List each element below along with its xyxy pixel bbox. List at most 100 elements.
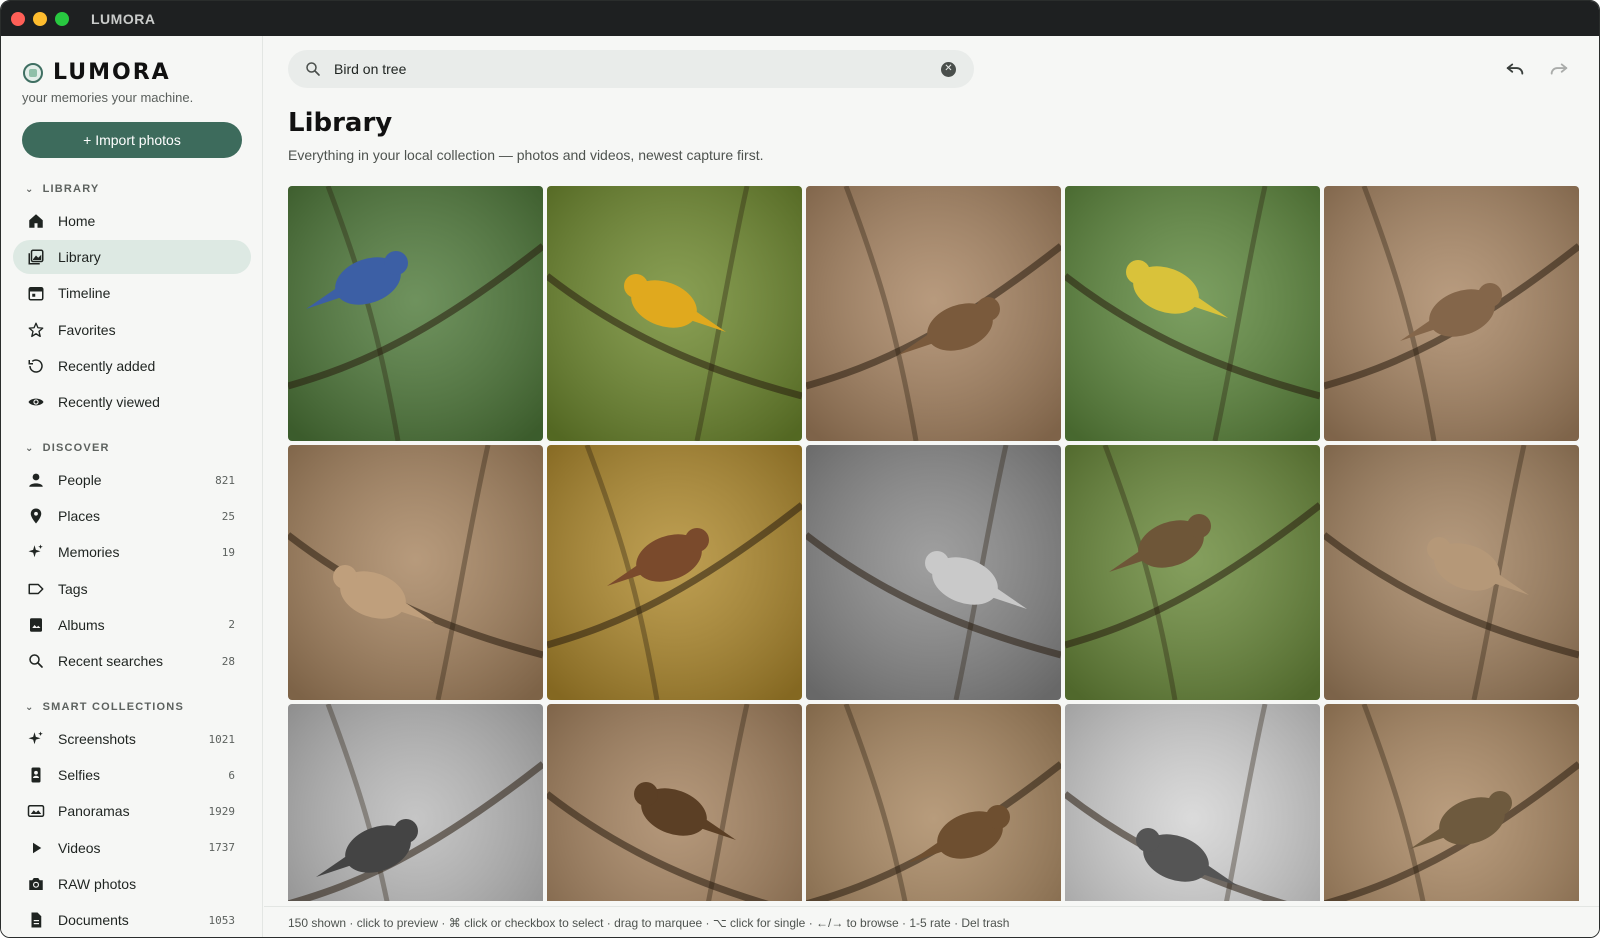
- sidebar-item-selfies[interactable]: Selfies 6: [13, 758, 251, 792]
- lumora-logo-icon: [23, 62, 43, 83]
- sidebar-item-people[interactable]: People 821: [13, 463, 251, 497]
- person-icon: [27, 471, 45, 489]
- sidebar-item-label: Recent searches: [58, 653, 164, 669]
- item-count-badge: 19: [221, 545, 235, 559]
- photo-thumbnail[interactable]: [806, 445, 1061, 700]
- sparkle-icon: [27, 543, 45, 561]
- panorama-icon: [27, 802, 45, 820]
- item-count-badge: 6: [228, 768, 235, 782]
- sidebar-item-label: Timeline: [58, 285, 111, 302]
- star-icon: [27, 321, 45, 339]
- sidebar-item-albums[interactable]: Albums 2: [13, 608, 251, 642]
- sidebar-item-label: Selfies: [58, 767, 101, 784]
- sidebar-item-label: Videos: [58, 839, 101, 856]
- sidebar-item-tags[interactable]: Tags: [13, 572, 251, 606]
- photo-thumbnail[interactable]: [1065, 186, 1320, 441]
- sidebar-item-screenshots[interactable]: Screenshots 1021: [13, 722, 251, 756]
- close-window-button[interactable]: [11, 11, 25, 26]
- search-bar[interactable]: Bird on tree ✕: [288, 50, 974, 88]
- sidebar-item-label: Library: [58, 249, 101, 266]
- calendar-icon: [27, 284, 45, 302]
- status-hint-text: 150 shown · click to preview · ⌘ click o…: [288, 916, 1010, 930]
- section-library-toggle[interactable]: ⌄ LIBRARY: [25, 183, 99, 195]
- item-count-badge: 1737: [208, 841, 236, 855]
- photo-thumbnail[interactable]: [1324, 445, 1579, 700]
- undo-icon[interactable]: [1504, 58, 1526, 80]
- import-photos-button[interactable]: + Import photos: [22, 122, 242, 158]
- sidebar-item-recent-searches[interactable]: Recent searches 28: [13, 644, 251, 678]
- sidebar-item-label: Home: [58, 213, 96, 229]
- sidebar-item-label: Recently viewed: [58, 394, 160, 410]
- redo-icon[interactable]: [1548, 58, 1570, 80]
- photo-thumbnail[interactable]: [1065, 445, 1320, 700]
- sidebar-item-documents[interactable]: Documents 1053: [13, 903, 251, 937]
- chevron-down-icon: ⌄: [25, 701, 35, 713]
- photo-thumbnail[interactable]: [288, 704, 543, 901]
- photo-thumbnail[interactable]: [547, 186, 802, 441]
- item-count-badge: 1021: [208, 732, 236, 746]
- photo-thumbnail[interactable]: [1324, 704, 1579, 901]
- photo-grid: [288, 186, 1580, 901]
- zoom-window-button[interactable]: [55, 11, 69, 26]
- photo-thumbnail[interactable]: [806, 704, 1061, 901]
- photo-thumbnail[interactable]: [1324, 186, 1579, 441]
- section-discover-toggle[interactable]: ⌄ DISCOVER: [25, 442, 110, 454]
- section-smart-collections-toggle[interactable]: ⌄ SMART COLLECTIONS: [25, 701, 184, 713]
- minimize-window-button[interactable]: [33, 11, 47, 26]
- item-count-badge: 821: [215, 473, 235, 487]
- main-content: Bird on tree ✕ Library Everything in you…: [264, 36, 1599, 937]
- photo-thumbnail[interactable]: [806, 186, 1061, 441]
- chevron-down-icon: ⌄: [25, 183, 35, 195]
- search-icon: [306, 62, 320, 76]
- brand: LUMORA: [23, 60, 171, 85]
- sidebar-item-label: Albums: [58, 616, 105, 633]
- sidebar-item-favorites[interactable]: Favorites: [13, 313, 251, 347]
- sidebar-item-label: Documents: [58, 912, 129, 928]
- sidebar-item-library[interactable]: Library: [13, 240, 251, 275]
- title-bar: LUMORA: [1, 1, 1599, 36]
- search-icon: [27, 652, 45, 670]
- photo-thumbnail[interactable]: [547, 445, 802, 700]
- sidebar-item-label: RAW photos: [58, 875, 137, 892]
- sidebar-item-home[interactable]: Home: [13, 204, 251, 238]
- brand-tagline: your memories your machine.: [22, 90, 194, 105]
- sidebar: LUMORA your memories your machine. + Imp…: [1, 36, 263, 937]
- page-subtitle: Everything in your local collection — ph…: [288, 147, 764, 163]
- item-count-badge: 28: [221, 654, 235, 668]
- section-library-label: LIBRARY: [42, 183, 100, 195]
- item-count-badge: 25: [221, 509, 235, 523]
- photo-library-icon: [27, 248, 45, 266]
- sidebar-item-places[interactable]: Places 25: [13, 499, 251, 533]
- sidebar-item-videos[interactable]: Videos 1737: [13, 831, 251, 865]
- photo-thumbnail[interactable]: [288, 445, 543, 700]
- item-count-badge: 2: [228, 618, 235, 632]
- sidebar-item-raw-photos[interactable]: RAW photos: [13, 867, 251, 901]
- app-window: LUMORA LUMORA your memories your machine…: [0, 0, 1600, 938]
- sidebar-item-panoramas[interactable]: Panoramas 1929: [13, 794, 251, 828]
- chevron-down-icon: ⌄: [25, 442, 35, 454]
- photo-thumbnail[interactable]: [1065, 704, 1320, 901]
- sparkle-icon: [27, 730, 45, 748]
- photo-thumbnail[interactable]: [547, 704, 802, 901]
- sidebar-item-label: Tags: [58, 580, 88, 597]
- section-smart-collections-label: SMART COLLECTIONS: [42, 701, 184, 713]
- sidebar-item-label: Recently added: [58, 357, 156, 374]
- section-discover-label: DISCOVER: [42, 442, 110, 454]
- item-count-badge: 1929: [208, 804, 236, 818]
- sidebar-item-memories[interactable]: Memories 19: [13, 535, 251, 569]
- photo-thumbnail[interactable]: [288, 186, 543, 441]
- play-icon: [27, 839, 45, 857]
- brand-name: LUMORA: [53, 60, 171, 85]
- clear-search-icon[interactable]: ✕: [941, 61, 956, 77]
- search-input[interactable]: Bird on tree: [334, 61, 406, 77]
- pin-icon: [27, 507, 45, 525]
- sidebar-item-recently-added[interactable]: Recently added: [13, 349, 251, 383]
- home-icon: [27, 212, 45, 230]
- history-icon: [27, 357, 45, 375]
- sidebar-item-label: People: [58, 472, 102, 488]
- sidebar-item-recently-viewed[interactable]: Recently viewed: [13, 385, 251, 419]
- document-icon: [27, 911, 45, 929]
- window-title: LUMORA: [91, 10, 156, 27]
- sidebar-item-timeline[interactable]: Timeline: [13, 276, 251, 310]
- sidebar-item-label: Screenshots: [58, 731, 136, 747]
